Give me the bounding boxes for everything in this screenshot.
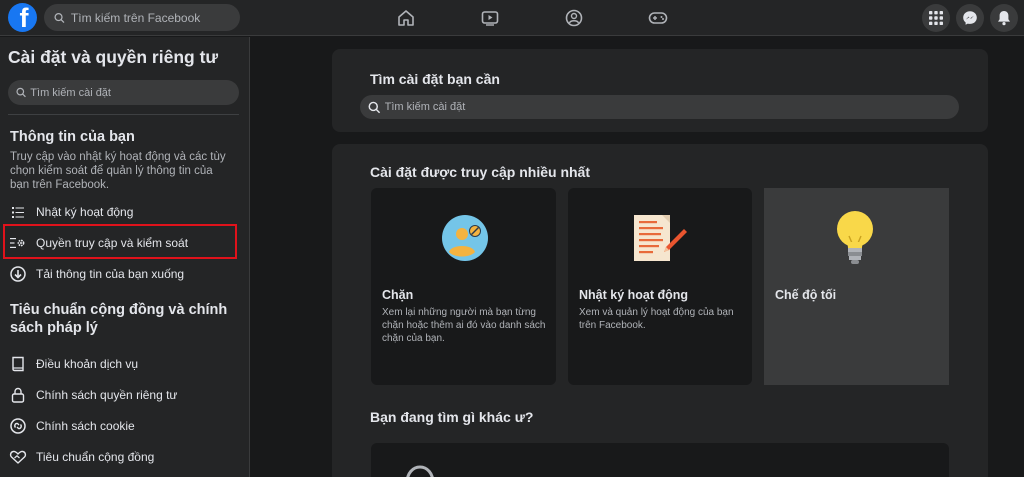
nav-watch[interactable] — [472, 4, 508, 32]
menu-grid-icon — [929, 11, 943, 25]
most-used-settings-card: Cài đặt được truy cập nhiều nhất Chặn Xe… — [332, 144, 988, 477]
section-your-information: Thông tin của bạn — [10, 129, 135, 145]
tile-title: Chặn — [382, 288, 414, 302]
list-icon — [8, 206, 28, 218]
sidebar-item-label: Điều khoản dịch vụ — [36, 357, 139, 371]
sidebar-divider — [8, 114, 239, 115]
nav-groups[interactable] — [556, 4, 592, 32]
notifications-button[interactable] — [990, 4, 1018, 32]
sidebar-item-terms-of-service[interactable]: Điều khoản dịch vụ — [8, 351, 238, 377]
facebook-logo[interactable]: f — [8, 3, 37, 32]
facebook-search-input[interactable] — [70, 10, 240, 25]
facebook-search-box[interactable] — [44, 4, 240, 31]
gaming-icon — [648, 12, 668, 24]
download-icon — [8, 266, 28, 282]
nav-home[interactable] — [388, 4, 424, 32]
search-icon — [16, 87, 26, 98]
tile-title: Nhật ký hoạt động — [579, 288, 689, 302]
main-nav — [388, 4, 724, 32]
other-settings-title: Bạn đang tìm gì khác ư? — [370, 409, 534, 425]
section-heading-line: Tiêu chuẩn cộng đồng và chính — [10, 302, 228, 318]
search-icon — [406, 465, 434, 477]
sidebar-item-download-information[interactable]: Tải thông tin của bạn xuống — [8, 261, 238, 287]
section-your-information-description: Truy cập vào nhật ký hoạt động và các tù… — [10, 151, 226, 191]
sidebar-item-community-standards[interactable]: Tiêu chuẩn cộng đồng — [8, 444, 238, 470]
highlight-annotation — [3, 224, 237, 259]
notifications-icon — [998, 11, 1010, 26]
sidebar-item-label: Nhật ký hoạt động — [36, 205, 134, 219]
other-settings-panel — [371, 443, 949, 477]
search-icon — [368, 101, 381, 113]
tile-description: Xem và quản lý hoạt động của bạn trên Fa… — [579, 307, 734, 331]
block-user-icon — [442, 215, 488, 261]
sidebar-item-label: Tải thông tin của bạn xuống — [36, 267, 185, 281]
sidebar-item-cookie-policy[interactable]: Chính sách cookie — [8, 413, 238, 439]
messenger-icon — [963, 11, 977, 25]
tile-dark-mode[interactable]: Chế độ tối — [764, 188, 949, 385]
search-icon — [54, 12, 65, 23]
activity-log-icon — [634, 215, 687, 261]
tile-block[interactable]: Chặn Xem lại những người mà bạn từng chặ… — [371, 188, 556, 385]
sidebar-item-label: Tiêu chuẩn cộng đồng — [36, 450, 155, 464]
cookie-icon — [8, 418, 28, 434]
menu-button[interactable] — [922, 4, 950, 32]
messenger-button[interactable] — [956, 4, 984, 32]
section-community-standards: Tiêu chuẩn cộng đồng và chính sách pháp … — [10, 301, 227, 337]
logo-letter: f — [19, 3, 29, 32]
watch-icon — [481, 11, 499, 26]
sidebar-item-label: Chính sách quyền riêng tư — [36, 388, 178, 402]
tile-title: Chế độ tối — [775, 288, 837, 302]
sidebar-item-activity-log[interactable]: Nhật ký hoạt động — [8, 199, 238, 225]
tile-activity-log[interactable]: Nhật ký hoạt động Xem và quản lý hoạt độ… — [568, 188, 752, 385]
top-navigation-bar: f — [0, 0, 1024, 36]
main-settings-search-input[interactable] — [384, 101, 959, 113]
main-settings-search-box[interactable] — [360, 95, 959, 119]
section-heading-line: sách pháp lý — [10, 320, 98, 336]
lock-icon — [8, 387, 28, 403]
groups-icon — [565, 9, 583, 27]
settings-search-box[interactable] — [8, 80, 239, 105]
nav-gaming[interactable] — [640, 4, 676, 32]
lightbulb-icon — [837, 211, 873, 264]
settings-sidebar: Cài đặt và quyền riêng tư Thông tin của … — [0, 37, 250, 477]
top-right-actions — [916, 4, 1018, 32]
search-settings-card: Tìm cài đặt bạn cần — [332, 49, 988, 132]
sidebar-title: Cài đặt và quyền riêng tư — [8, 47, 219, 67]
home-icon — [398, 10, 414, 26]
sidebar-item-label: Chính sách cookie — [36, 419, 135, 433]
most-used-title: Cài đặt được truy cập nhiều nhất — [370, 164, 591, 180]
heart-hands-icon — [8, 449, 28, 465]
sidebar-item-privacy-policy[interactable]: Chính sách quyền riêng tư — [8, 382, 238, 408]
book-icon — [8, 356, 28, 372]
search-card-title: Tìm cài đặt bạn cần — [370, 71, 500, 87]
settings-search-input[interactable] — [30, 86, 239, 99]
tile-description: Xem lại những người mà bạn từng chặn hoặ… — [382, 307, 546, 344]
